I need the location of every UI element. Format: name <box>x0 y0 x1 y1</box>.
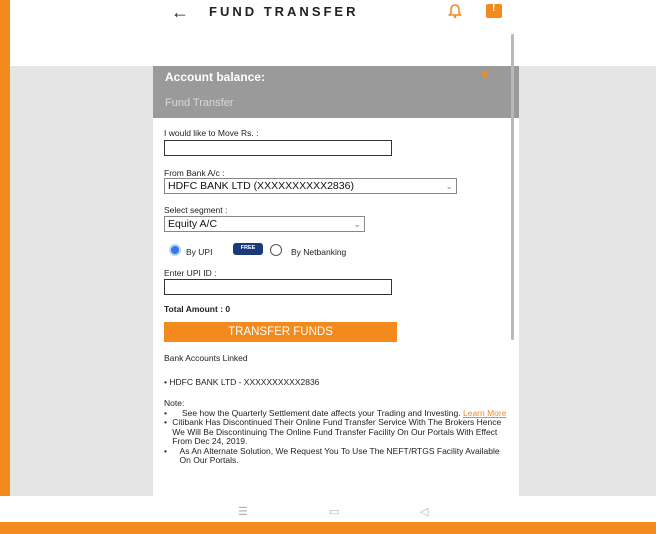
upi-radio[interactable] <box>169 244 181 256</box>
top-app-bar: ← FUND TRANSFER <box>153 0 519 30</box>
learn-more-link[interactable]: Learn More <box>463 408 506 418</box>
by-netbanking-label: By Netbanking <box>291 247 347 257</box>
from-bank-label: From Bank A/c : <box>164 168 225 178</box>
note-item: • Citibank Has Discontinued Their Online… <box>164 417 509 447</box>
menu-icon[interactable]: ☰ <box>238 505 248 518</box>
back-triangle-icon[interactable]: ◁ <box>420 505 428 518</box>
chevron-down-icon[interactable]: ▼ <box>479 68 491 82</box>
linked-accounts-heading: Bank Accounts Linked <box>164 353 248 363</box>
note-text: See how the Quarterly Settlement date af… <box>182 407 461 418</box>
linked-account-text: HDFC BANK LTD - XXXXXXXXXX2836 <box>169 377 320 387</box>
upi-input[interactable] <box>164 279 392 295</box>
transfer-funds-button[interactable]: TRANSFER FUNDS <box>164 322 397 342</box>
alert-chat-icon[interactable] <box>486 3 502 18</box>
amount-label: I would like to Move Rs. : <box>164 128 259 138</box>
chevron-down-icon: ⌄ <box>353 219 361 229</box>
chevron-down-icon: ⌄ <box>445 181 453 191</box>
amount-input[interactable] <box>164 140 392 156</box>
notes-section: Note: • See how the Quarterly Settlement… <box>164 398 509 466</box>
segment-select[interactable]: Equity A/C ⌄ <box>164 216 365 232</box>
netbanking-radio[interactable] <box>270 244 282 256</box>
segment-label: Select segment : <box>164 205 228 215</box>
from-bank-value: HDFC BANK LTD (XXXXXXXXXX2836) <box>168 180 354 192</box>
page-title: FUND TRANSFER <box>209 4 359 19</box>
free-badge: FREE <box>233 243 263 255</box>
phone-screen: ← FUND TRANSFER Account balance: ▼ Fund … <box>153 0 519 496</box>
bell-icon[interactable] <box>447 3 463 19</box>
orange-frame-left <box>0 0 10 534</box>
by-upi-label: By UPI <box>186 247 213 257</box>
scrollbar[interactable] <box>511 34 514 340</box>
system-navbar <box>0 496 656 522</box>
note-item: • As An Alternate Solution, We Request Y… <box>164 445 509 466</box>
back-arrow-icon[interactable]: ← <box>171 2 189 23</box>
note-text: Citibank Has Discontinued Their Online F… <box>172 417 502 446</box>
from-bank-select[interactable]: HDFC BANK LTD (XXXXXXXXXX2836) ⌄ <box>164 178 457 194</box>
segment-value: Equity A/C <box>168 218 218 230</box>
orange-frame-bottom <box>0 522 656 534</box>
total-amount: Total Amount : 0 <box>164 304 231 314</box>
home-icon[interactable]: ▭ <box>329 505 339 518</box>
upi-label: Enter UPI ID : <box>164 268 217 278</box>
linked-account-item: • HDFC BANK LTD - XXXXXXXXXX2836 <box>164 377 320 387</box>
fund-transfer-subtitle: Fund Transfer <box>165 97 234 109</box>
note-text: As An Alternate Solution, We Request You… <box>179 445 500 465</box>
account-balance-label: Account balance: <box>165 70 266 84</box>
